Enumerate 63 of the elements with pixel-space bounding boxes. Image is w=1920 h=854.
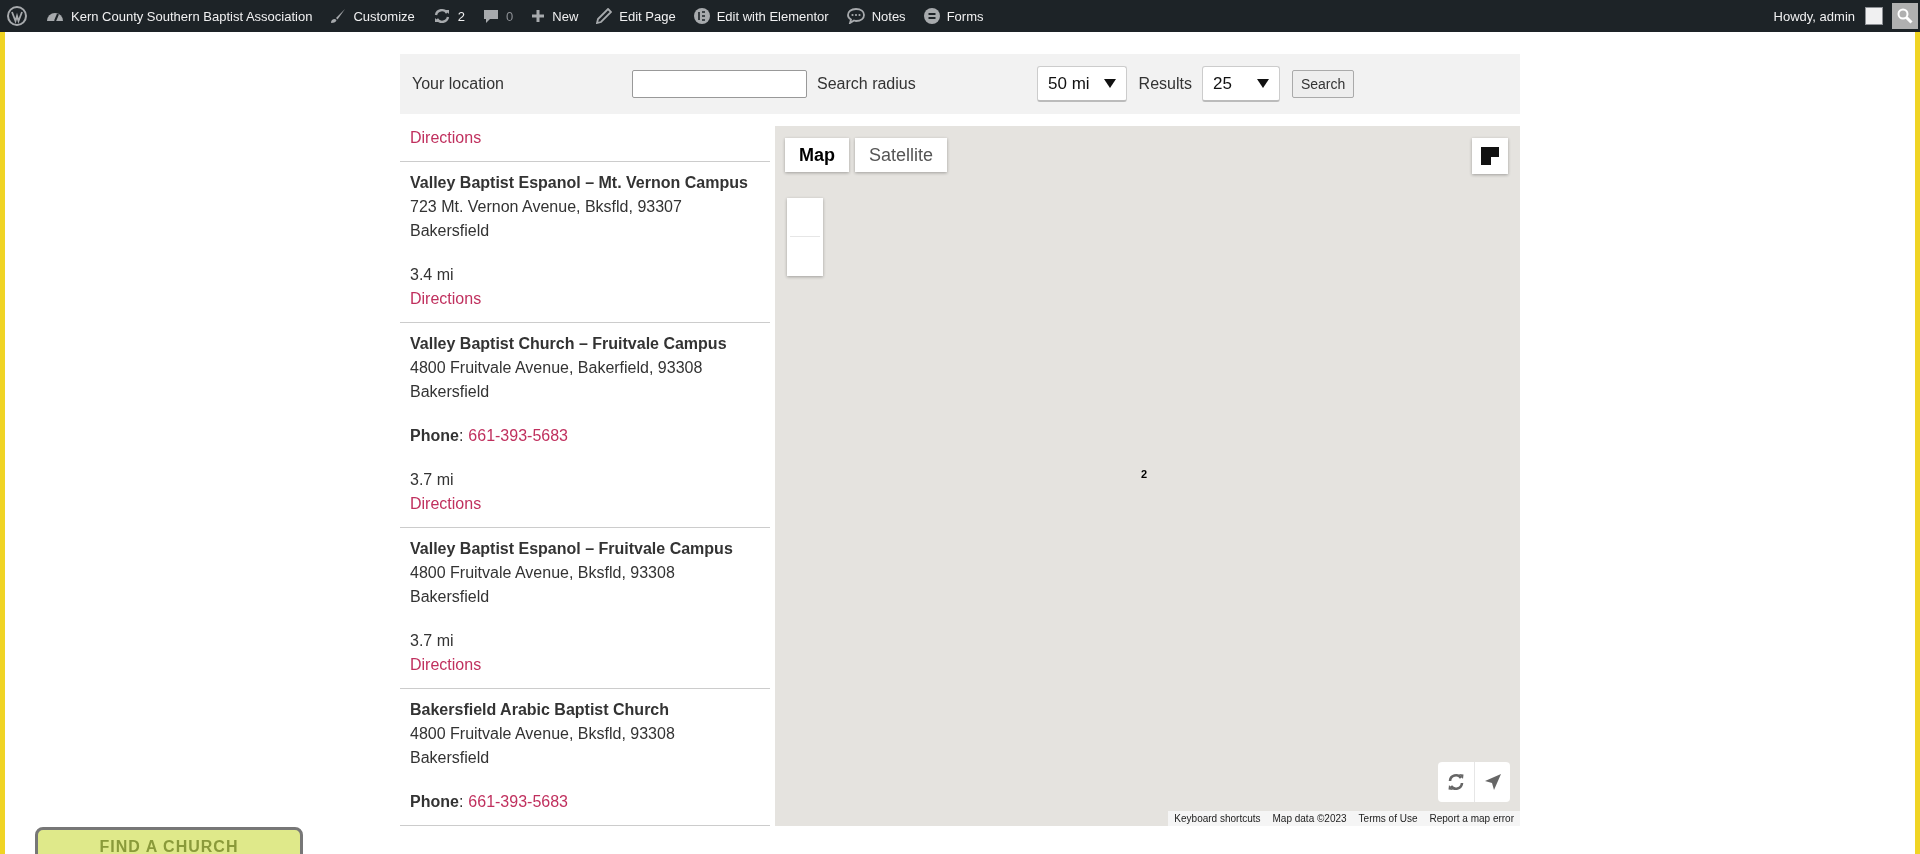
directions-link[interactable]: Directions [410,492,760,516]
speech-bubble-icon [846,8,865,24]
church-city: Bakersfield [410,587,491,607]
phone-label: Phone: [410,793,464,810]
results-select[interactable]: 25 [1201,66,1280,102]
admin-bar-link[interactable]: Customize [321,8,424,24]
distance: 3.7 mi [410,631,455,651]
account-link[interactable]: Howdy, admin [1766,8,1865,24]
directions-link[interactable]: Directions [410,126,760,150]
radius-label: Search radius [817,75,917,93]
distance: 3.4 mi [410,265,455,285]
church-address: 4800 Fruitvale Avenue, Bakerfield, 93308 [410,358,704,378]
church-address: 4800 Fruitvale Avenue, Bksfld, 93308 [410,724,676,744]
results-label: Results [1138,75,1192,93]
map-type-tab[interactable]: Satellite [855,138,948,172]
location-label: Your location [412,75,505,93]
map-footer-link[interactable]: Map data ©2023 [1266,811,1353,826]
church-address: 4800 Fruitvale Avenue, Bksfld, 93308 [410,563,676,583]
pencil-icon [596,8,613,24]
navigation-arrow-icon [1484,774,1501,790]
logo-icon [7,6,27,26]
plus-icon [531,9,546,23]
avatar-icon [1865,7,1883,25]
phone-label: Phone: [410,427,464,444]
refresh-icon [432,8,451,24]
admin-bar-link[interactable]: Edit Page [587,8,685,24]
church-name: Valley Baptist Church – Fruitvale Campus [410,334,728,354]
dropdown-caret-icon [1256,79,1269,88]
dropdown-caret-icon [1103,79,1116,88]
comment-icon [483,8,500,24]
refresh-icon [1447,773,1465,791]
map-footer-link[interactable]: Keyboard shortcuts [1168,811,1267,826]
church-city: Bakersfield [410,221,491,241]
elementor-icon [693,8,710,24]
church-name: Bakersfield Arabic Baptist Church [410,700,671,720]
church-name: Valley Baptist Espanol – Fruitvale Campus [410,539,734,559]
admin-bar-link[interactable]: 2 [423,8,475,24]
cluster-count[interactable]: 2 [1141,468,1148,480]
search-button[interactable]: Search [1291,70,1355,98]
admin-bar-link[interactable]: Notes [837,8,915,24]
admin-bar-link[interactable]: 0 [474,8,523,24]
map-footer-link[interactable]: Terms of Use [1352,811,1424,826]
fullscreen-icon [1481,147,1499,165]
phone-link[interactable]: 661-393-5683 [468,427,568,444]
admin-bar-link[interactable]: Edit with Elementor [684,8,838,24]
fullscreen-button[interactable] [1472,138,1508,174]
admin-bar-link[interactable]: New [522,8,588,24]
distance: 3.7 mi [410,470,455,490]
search-icon [1897,8,1913,24]
church-name: Valley Baptist Espanol – Mt. Vernon Campus [410,173,749,193]
map-footer-link[interactable]: Report a map error [1423,811,1520,826]
admin-bar-link[interactable]: Forms [914,8,993,24]
forms-icon [923,8,940,24]
radius-select[interactable]: 50 mi [1037,66,1127,102]
map-type-tab[interactable]: Map [785,138,849,172]
church-city: Bakersfield [410,748,491,768]
church-city: Bakersfield [410,382,491,402]
phone-link[interactable]: 661-393-5683 [468,793,568,810]
church-address: 723 Mt. Vernon Avenue, Bksfld, 93307 [410,197,683,217]
admin-bar-link[interactable]: Kern County Southern Baptist Association [37,8,322,24]
location-input[interactable] [632,70,807,98]
directions-link[interactable]: Directions [410,287,760,311]
directions-link[interactable]: Directions [410,653,760,677]
